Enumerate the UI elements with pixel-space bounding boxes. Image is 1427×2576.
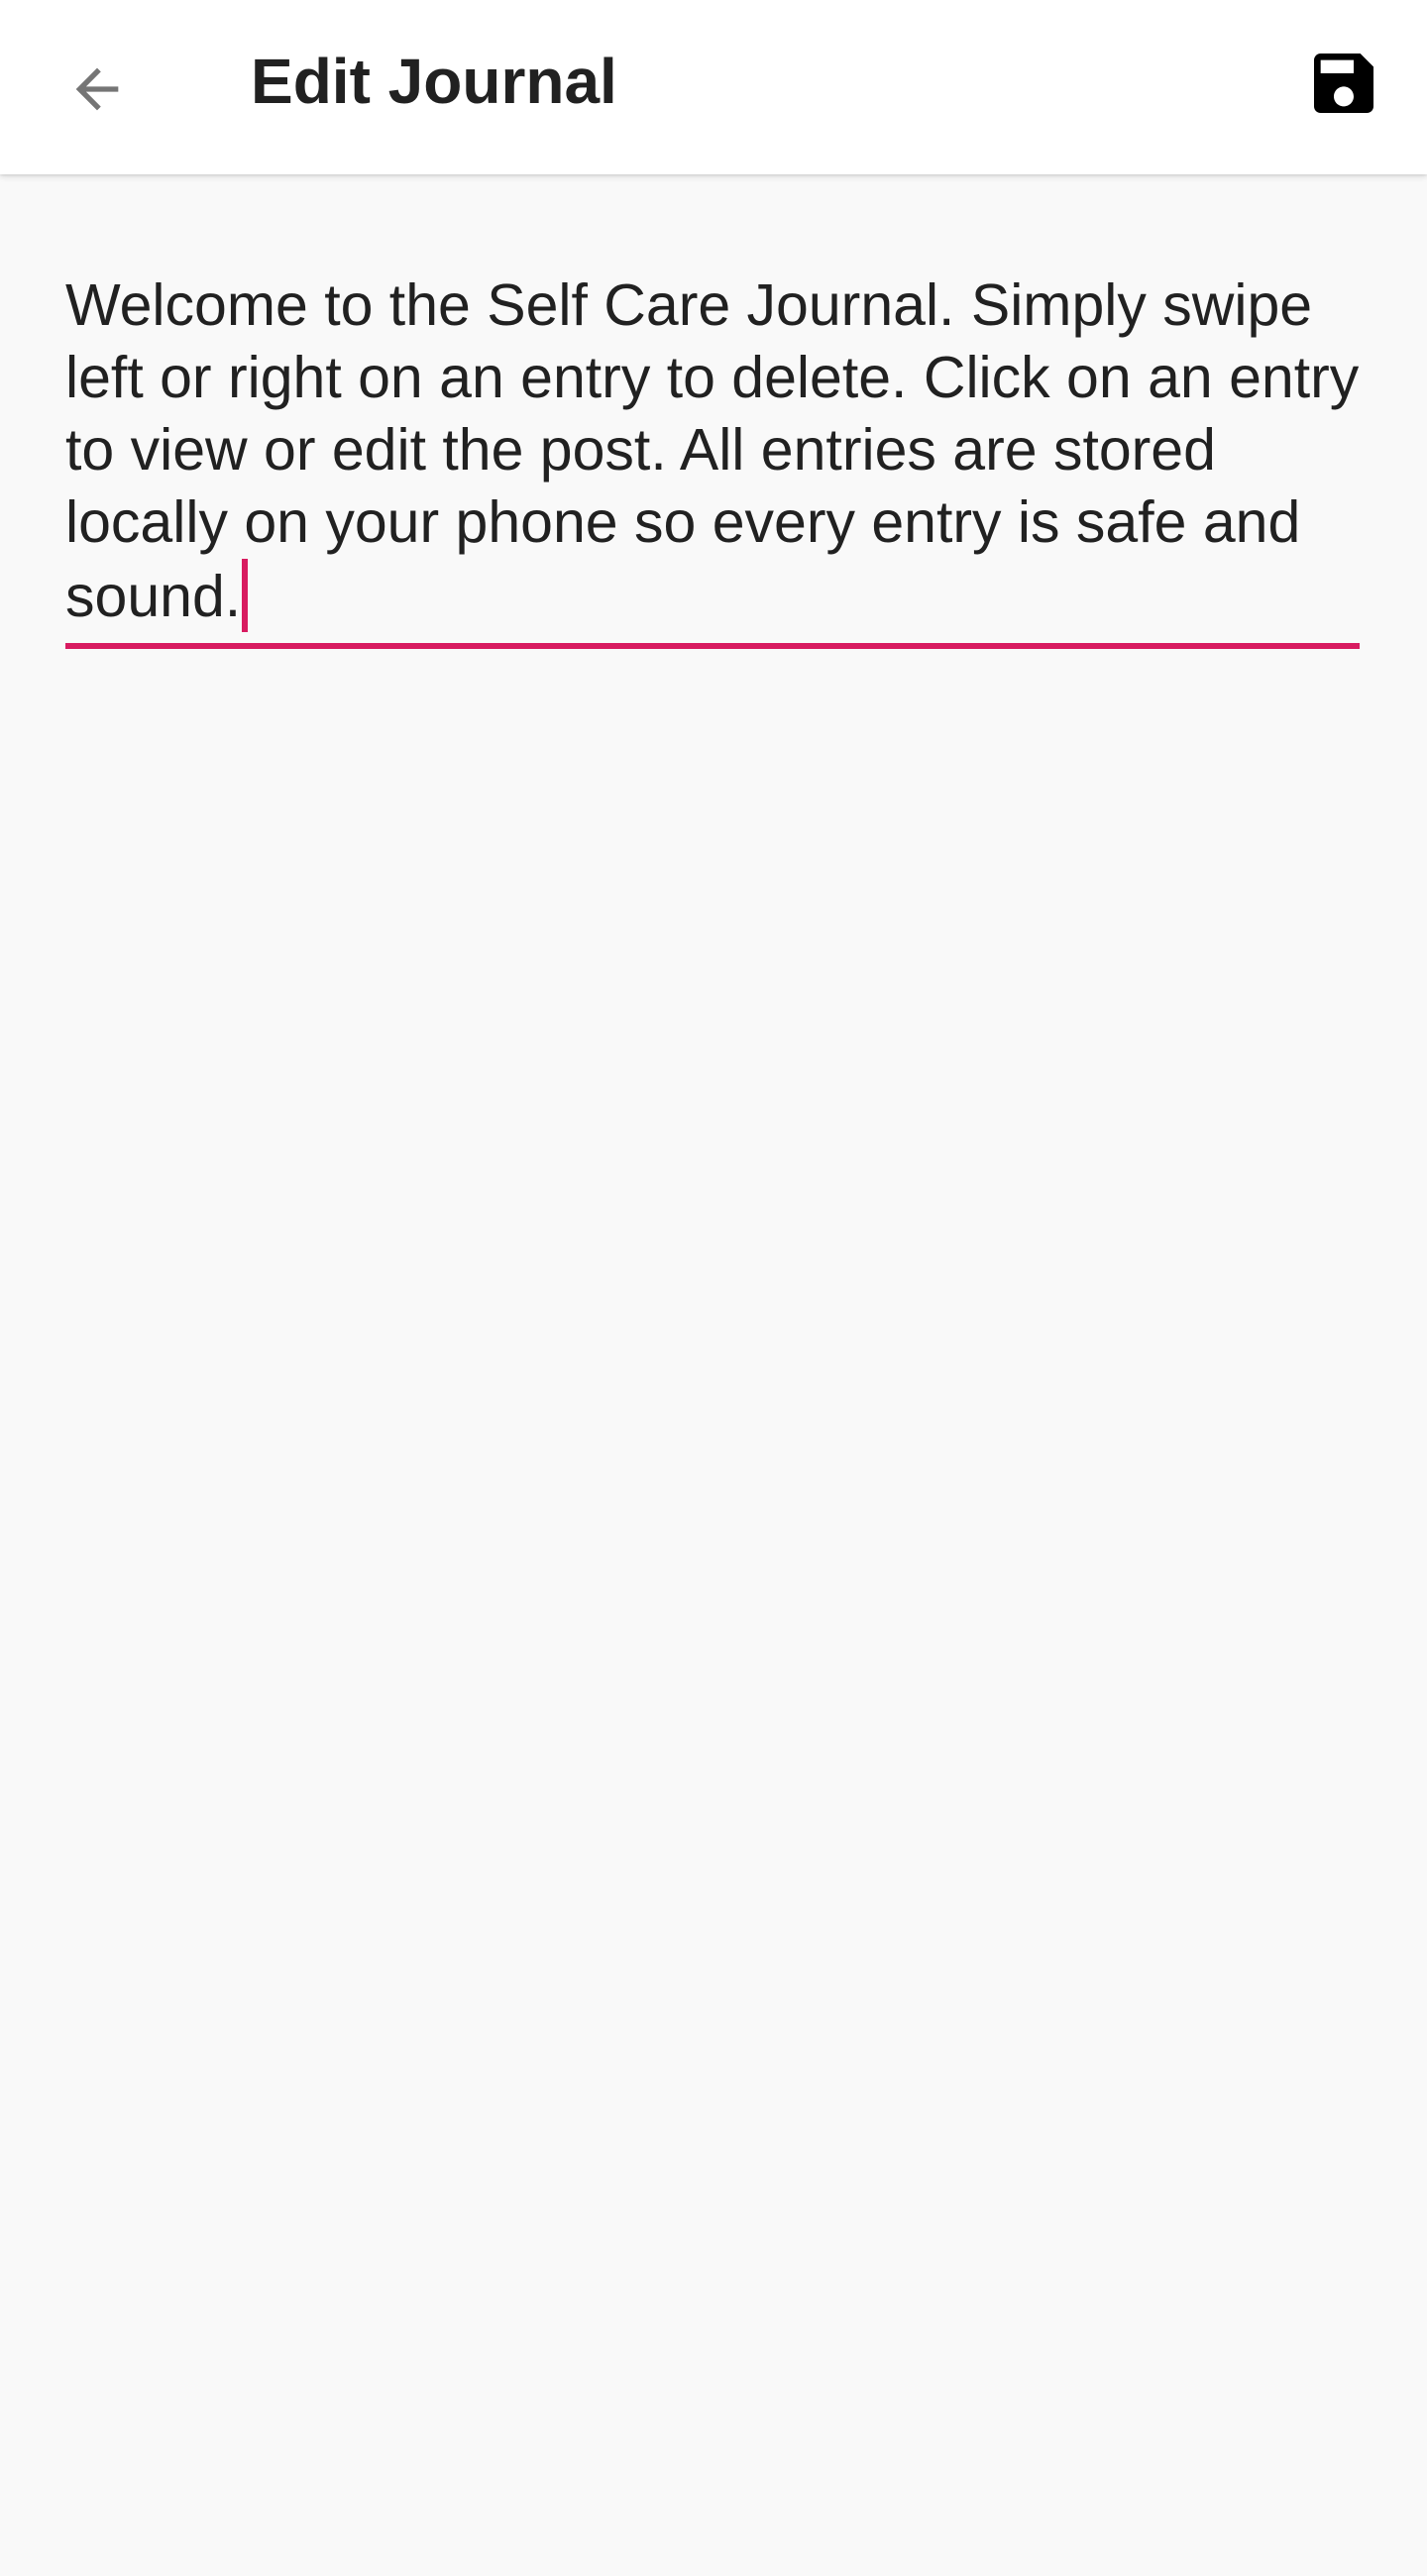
arrow-back-icon (75, 67, 119, 111)
app-bar: Edit Journal (0, 0, 1427, 174)
page-title: Edit Journal (251, 46, 617, 117)
back-button[interactable] (48, 40, 147, 139)
floppy-disk-icon (1314, 54, 1373, 113)
save-button[interactable] (1294, 34, 1393, 133)
text-field-underline (65, 643, 1360, 649)
text-cursor (242, 559, 249, 632)
journal-text-field[interactable]: Welcome to the Self Care Journal. Simply… (65, 269, 1360, 633)
journal-text: Welcome to the Self Care Journal. Simply… (65, 272, 1360, 629)
